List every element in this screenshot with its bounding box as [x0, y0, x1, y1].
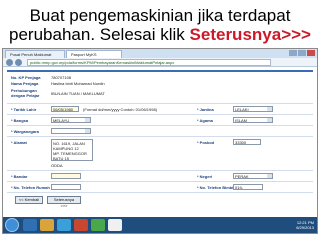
hubungan-label: Perhubungan dengan Pelajar: [11, 88, 40, 98]
office-icon[interactable]: [74, 219, 88, 231]
divider: [7, 125, 313, 126]
bandar-label: * Bandar: [11, 174, 28, 179]
app-icon[interactable]: [91, 219, 105, 231]
tarikh-format-hint: (Format dd/mm/yyyy Contoh: 01/06/1998): [83, 107, 158, 112]
negeri-select[interactable]: PERAK: [233, 173, 273, 179]
system-clock: 12:21 PM 6/29/2013: [296, 220, 314, 230]
alamat-line: BATU 15: [53, 156, 69, 161]
close-icon[interactable]: [307, 50, 315, 56]
tarikh-lahir-value: 06/05/1980: [53, 107, 74, 112]
windows-taskbar: 12:21 PM 6/29/2013: [3, 217, 317, 233]
warganegara-label: * Warganegara: [11, 129, 39, 134]
caption-line-2: perubahan. Selesai klik Seterusnya>>>: [0, 25, 320, 44]
divider: [7, 103, 313, 104]
hubungan-value: IBU/LAIN TUAN / MAKLUMAT: [51, 91, 105, 96]
divider: [7, 114, 313, 115]
nama-label: Nama Penjaga: [11, 81, 39, 86]
poskod-input[interactable]: 33300: [233, 139, 261, 145]
seterusnya-button[interactable]: Seterusnya >>>: [47, 196, 81, 208]
caption-line-1: Buat pengemaskinian jika terdapat: [29, 6, 291, 25]
jantina-value: LELAKI: [235, 107, 249, 112]
bangsa-value: MELAYU: [53, 118, 70, 123]
browser-screenshot: Pusat Penuh Maklumat Pasport MyKS public…: [2, 48, 318, 234]
clock-date: 6/29/2013: [296, 225, 314, 230]
bangsa-label: * Bangsa: [11, 118, 29, 123]
nama-value: Haslina binti Mohamad Nordin: [51, 81, 105, 86]
no-tel-bimbit-input[interactable]: 019-: [233, 184, 263, 190]
kembali-button[interactable]: << Kembali: [15, 196, 43, 204]
divider: [7, 170, 313, 171]
no-tel-rumah-input[interactable]: [51, 184, 81, 190]
minimize-icon[interactable]: [289, 50, 297, 56]
agama-select[interactable]: ISLAM: [233, 117, 273, 123]
instruction-caption: Buat pengemaskinian jika terdapat peruba…: [0, 6, 320, 44]
back-icon[interactable]: [6, 59, 13, 66]
bandar-input[interactable]: [51, 173, 81, 179]
jantina-select[interactable]: LELAKI: [233, 106, 273, 112]
divider: [7, 181, 313, 182]
browser-tab-active[interactable]: Pasport MyKS: [66, 50, 122, 58]
header-band: [7, 70, 313, 72]
warganegara-select[interactable]: [51, 128, 91, 134]
divider: [7, 192, 313, 193]
ie-icon[interactable]: [23, 219, 37, 231]
no-tel-bimbit-value: 019-: [235, 185, 244, 190]
caption-line-2-text: perubahan. Selesai klik: [9, 25, 190, 44]
folder-icon[interactable]: [40, 219, 54, 231]
negeri-label: * Negeri: [197, 174, 213, 179]
url-input[interactable]: public.mmp.gov.my/pda/forms/KPM/Pembayar…: [27, 59, 271, 66]
tarikh-lahir-input[interactable]: 06/05/1980: [51, 106, 79, 112]
alamat-textarea[interactable]: NO. 1619, JALAN KAMPUNG 12 MP. TEMENGGOR…: [51, 139, 93, 161]
agama-label: * Agama: [197, 118, 213, 123]
forward-icon[interactable]: [15, 59, 22, 66]
no-kp-label: No. KP Penjaga: [11, 75, 41, 80]
divider: [7, 136, 313, 137]
page-content: No. KP Penjaga 780707108 Nama Penjaga Ha…: [7, 70, 313, 216]
bangsa-select[interactable]: MELAYU: [51, 117, 91, 123]
no-tel-rumah-label: * No. Telefon Rumah: [11, 185, 50, 190]
alamat-label: * Alamat: [11, 140, 27, 145]
no-kp-value: 780707108: [51, 75, 72, 80]
agama-value: ISLAM: [235, 118, 248, 123]
poskod-value: 33300: [235, 140, 247, 145]
address-bar: public.mmp.gov.my/pda/forms/KPM/Pembayar…: [3, 58, 317, 67]
poskod-label: * Poskod: [197, 140, 215, 145]
start-icon[interactable]: [5, 218, 19, 232]
caption-highlight: Seterusnya>>>: [189, 25, 311, 44]
no-tel-bimbit-label: * No. Telefon Bimbit: [197, 185, 235, 190]
maximize-icon[interactable]: [298, 50, 306, 56]
browser-tab[interactable]: Pusat Penuh Maklumat: [5, 50, 65, 58]
media-icon[interactable]: [57, 219, 71, 231]
alamat-extra: ODDA: [51, 163, 63, 168]
browser-taskbar-icon[interactable]: [108, 219, 122, 231]
tarikh-lahir-label: * Tarikh Lahir: [11, 107, 37, 112]
browser-tab-bar: Pusat Penuh Maklumat Pasport MyKS: [3, 49, 317, 58]
jantina-label: * Jantina: [197, 107, 214, 112]
negeri-value: PERAK: [235, 174, 249, 179]
